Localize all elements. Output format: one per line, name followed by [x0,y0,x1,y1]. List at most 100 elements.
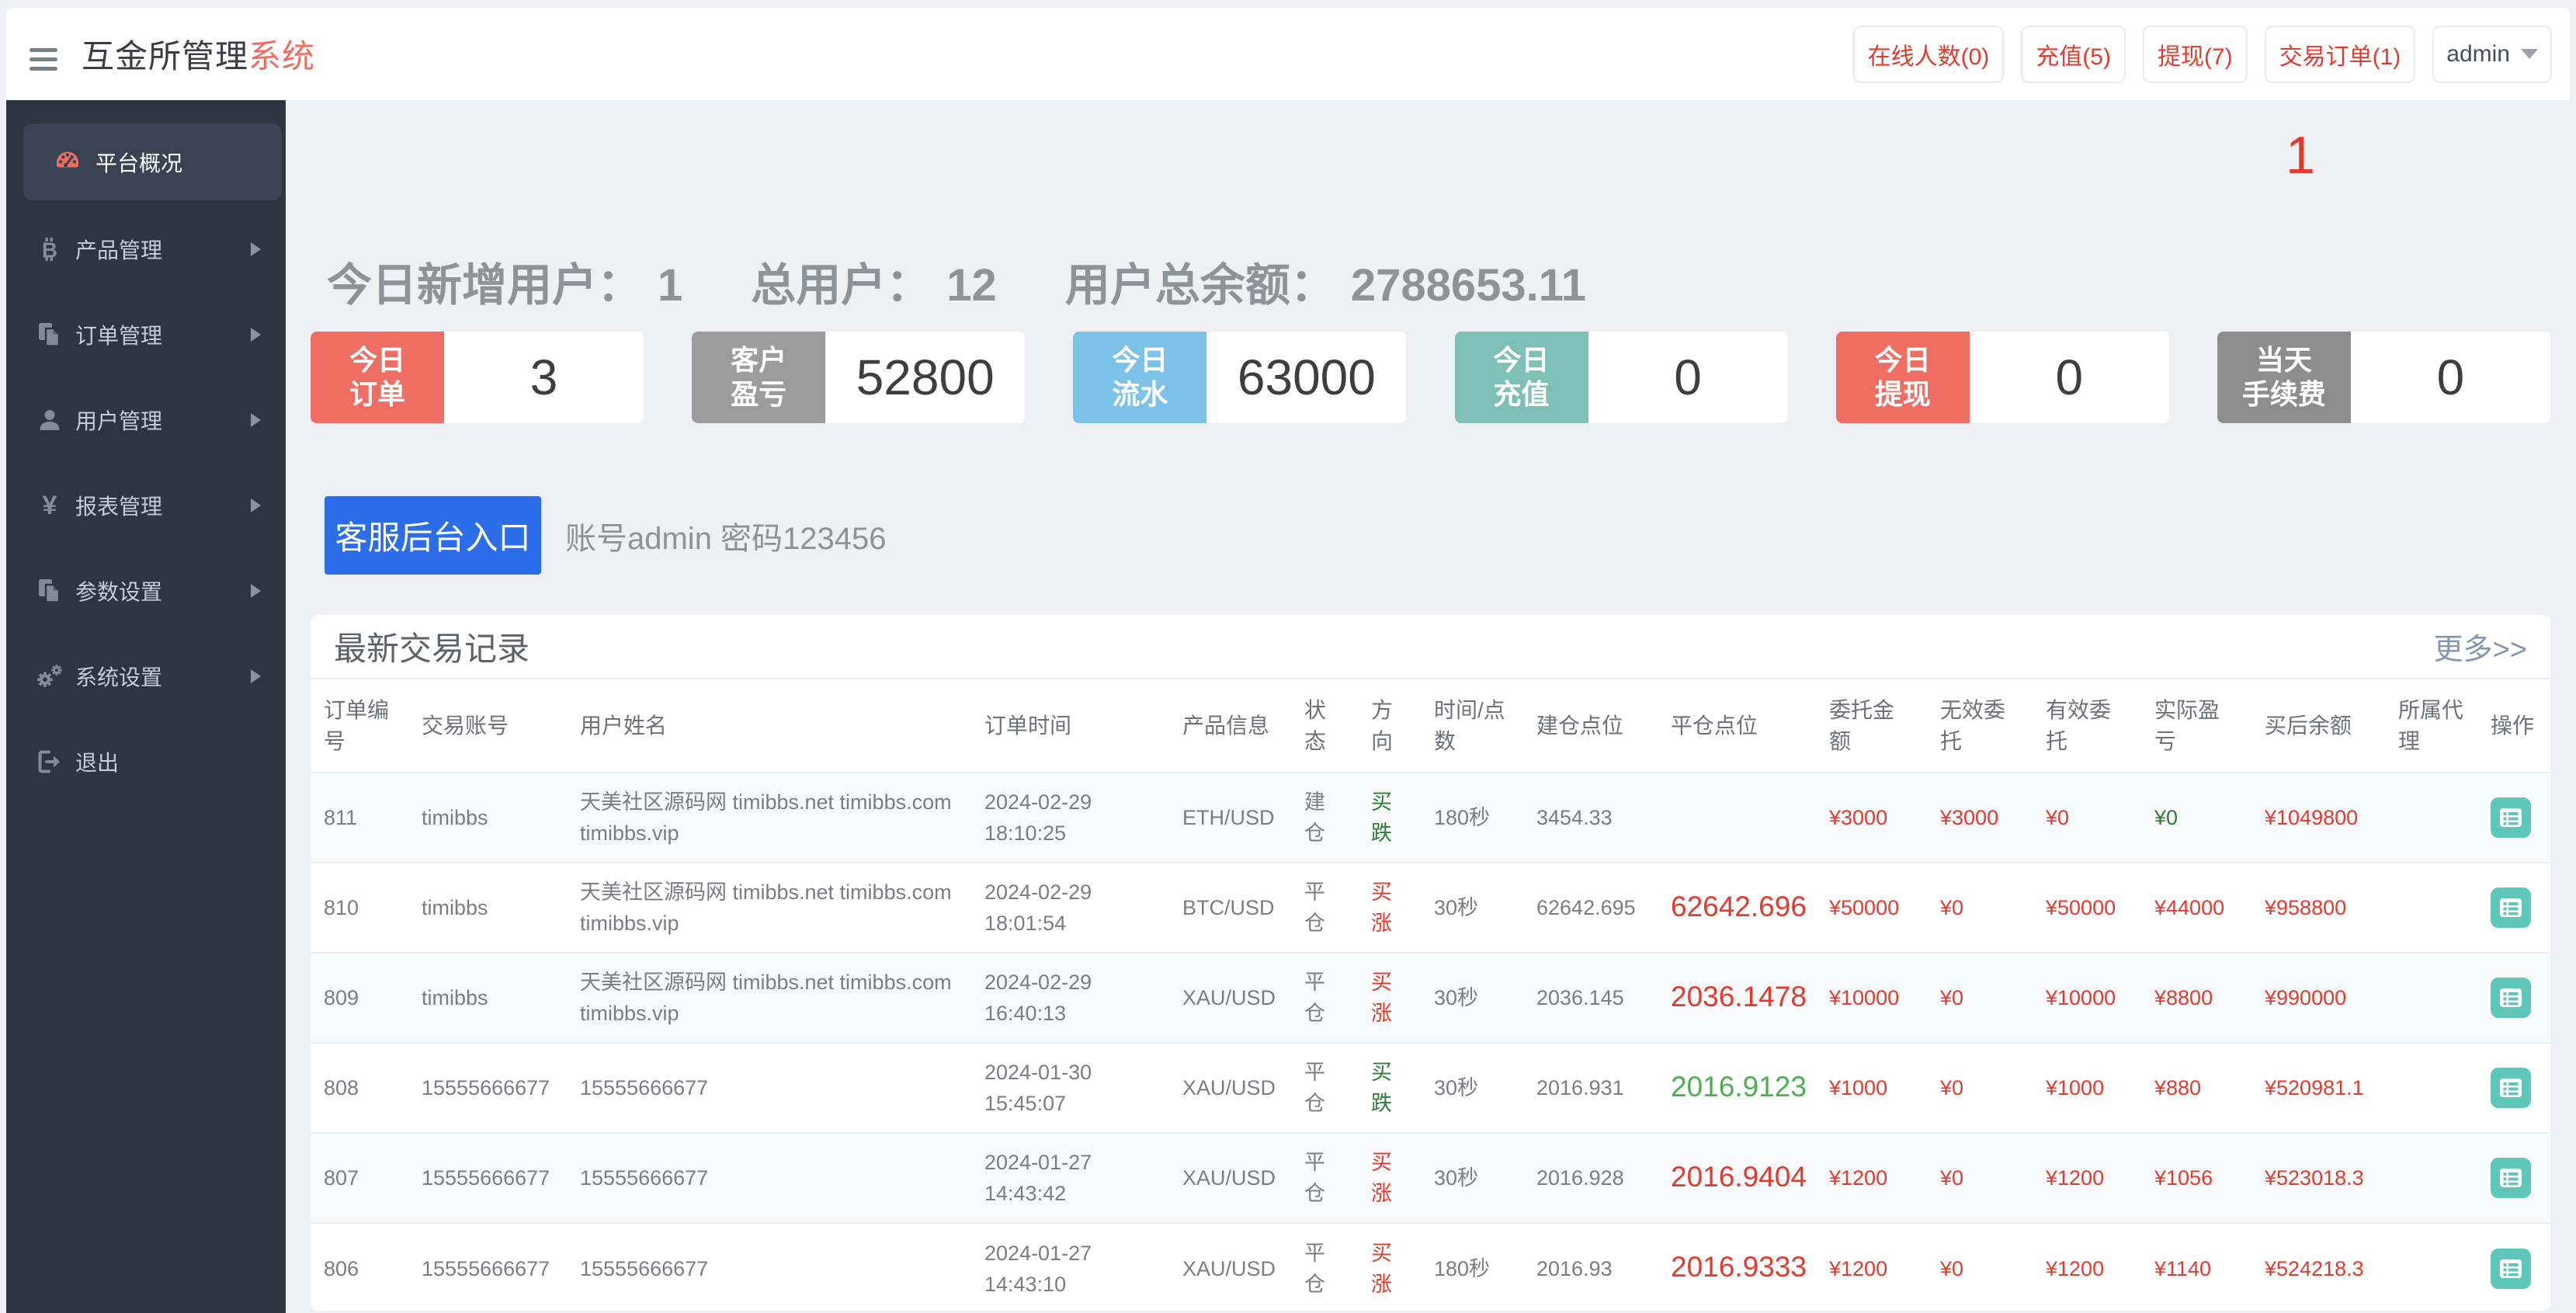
sidebar-item-system[interactable]: 系统设置 [6,634,286,719]
sidebar-item-products[interactable]: B 产品管理 [6,207,286,292]
sidebar-item-reports[interactable]: ¥ 报表管理 [6,463,286,548]
cell-status: 建仓 [1291,772,1358,863]
cell-actions [2477,1132,2550,1223]
cell-open-point: 2016.928 [1523,1132,1658,1223]
view-order-button[interactable] [2491,1248,2531,1289]
recharge-button[interactable]: 充值(5) [2021,25,2126,83]
sidebar-item-label: 参数设置 [75,580,163,604]
cell-balance: ¥958800 [2251,862,2385,953]
sidebar-item-label: 报表管理 [75,495,163,519]
cell-open-point: 2036.145 [1523,952,1658,1043]
cell-balance: ¥990000 [2251,952,2385,1043]
cell-amount: ¥1200 [1816,1132,1927,1223]
order-detail-icon [2500,898,2522,917]
gears-icon [37,664,62,689]
chevron-right-icon [251,584,261,598]
sidebar-item-platform-overview[interactable]: 平台概况 [23,123,282,200]
column-header: 建仓点位 [1536,713,1624,738]
admin-dropdown[interactable]: admin [2432,25,2552,83]
sidebar: 平台概况 B 产品管理 订单管理 用户管理 ¥ 报表管理 参数设置 系统设置 退… [6,100,286,1313]
column-header: 订单编号 [324,697,390,753]
view-order-button[interactable] [2491,887,2531,928]
cell-invalid: ¥0 [1927,1222,2033,1311]
stat-value: 2788653.11 [1350,260,1587,311]
cell-close-point: 2016.9333 [1658,1222,1816,1311]
column-header: 状态 [1304,697,1327,753]
cell-profit: ¥880 [2141,1042,2251,1133]
card-label: 今日 订单 [311,332,444,423]
card-customer-pnl: 客户 盈亏 52800 [692,332,1026,423]
page: 互金所管理 系统 在线人数(0) 充值(5) 提现(7) 交易订单(1) admi… [0,0,2576,1313]
service-backend-button[interactable]: 客服后台入口 [325,496,541,575]
cell-status: 平仓 [1291,952,1358,1043]
cell-valid: ¥50000 [2033,862,2141,953]
cell-duration: 30秒 [1421,862,1523,953]
notification-count: 1 [2286,126,2315,185]
cell-order-id: 810 [311,862,408,953]
view-order-button[interactable] [2491,1068,2531,1108]
view-order-button[interactable] [2491,1158,2531,1198]
card-value: 52800 [825,332,1026,423]
table-row: 810 timibbs 天美社区源码网 timibbs.net timibbs.… [311,862,2550,953]
cell-account: timibbs [408,862,567,953]
trade-orders-button[interactable]: 交易订单(1) [2264,25,2416,83]
latest-trades-panel: 最新交易记录 更多>> 订单编号 交易账号 用户姓名 订单时间 产品信息 状态 方向 时间/点… [311,615,2550,1311]
table-row: 807 15555666677 15555666677 2024-01-27 1… [311,1132,2550,1223]
view-order-button[interactable] [2491,978,2531,1018]
cell-open-point: 2016.93 [1523,1222,1658,1311]
chevron-right-icon [251,413,261,427]
card-value: 0 [2350,332,2550,423]
cell-user-name: 15555666677 [567,1042,971,1133]
sidebar-item-users[interactable]: 用户管理 [6,377,286,463]
cell-agent [2385,862,2477,953]
cell-amount: ¥1000 [1816,1042,1927,1133]
withdraw-button[interactable]: 提现(7) [2142,25,2248,83]
panel-header: 最新交易记录 更多>> [311,615,2550,679]
hamburger-menu-icon[interactable] [30,48,57,73]
cell-amount: ¥50000 [1816,862,1927,953]
cell-product: ETH/USD [1169,772,1291,863]
sidebar-item-label: 平台概况 [95,151,183,175]
table-body: 811 timibbs 天美社区源码网 timibbs.net timibbs.… [311,772,2550,1311]
cell-order-id: 811 [311,772,408,863]
cell-account: timibbs [408,772,567,863]
cell-account: 15555666677 [408,1042,567,1133]
cell-agent [2385,772,2477,863]
cell-user-name: 15555666677 [567,1222,971,1311]
card-today-turnover: 今日 流水 63000 [1073,332,1407,423]
cell-amount: ¥10000 [1816,952,1927,1043]
sidebar-menu: B 产品管理 订单管理 用户管理 ¥ 报表管理 参数设置 系统设置 退出 [6,207,286,804]
cell-account: timibbs [408,952,567,1043]
table-row: 809 timibbs 天美社区源码网 timibbs.net timibbs.… [311,952,2550,1043]
more-link[interactable]: 更多>> [2434,625,2527,668]
overview-stats: 今日新增用户： 1 总用户： 12 用户总余额： 2788653.11 [327,248,1654,314]
card-label: 今日 流水 [1073,332,1207,423]
cell-actions [2477,1222,2550,1311]
column-header: 时间/点数 [1434,697,1505,753]
column-header: 方向 [1371,697,1394,753]
sidebar-item-parameters[interactable]: 参数设置 [6,548,286,634]
cell-user-name: 天美社区源码网 timibbs.net timibbs.com timibbs.… [567,862,971,953]
stat-total-balance: 用户总余额： 2788653.11 [1065,248,1586,314]
sidebar-item-orders[interactable]: 订单管理 [6,292,286,377]
cell-duration: 180秒 [1421,772,1523,863]
cell-order-time: 2024-01-30 15:45:07 [971,1042,1169,1133]
cell-valid: ¥1200 [2033,1222,2141,1311]
cell-open-point: 2016.931 [1523,1042,1658,1133]
cell-valid: ¥10000 [2033,952,2141,1043]
cell-order-id: 807 [311,1132,408,1223]
view-order-button[interactable] [2491,797,2531,838]
column-header: 产品信息 [1182,713,1270,738]
card-today-orders: 今日 订单 3 [311,332,644,423]
cell-profit: ¥44000 [2141,862,2251,953]
app-title-accent: 系统 [248,38,316,75]
cell-direction: 买涨 [1358,862,1421,953]
cell-profit: ¥0 [2141,772,2251,863]
cell-order-id: 808 [311,1042,408,1133]
table-header: 订单编号 交易账号 用户姓名 订单时间 产品信息 状态 方向 时间/点数 建仓点位 平仓点位 委托金… [311,679,2550,773]
cell-agent [2385,1042,2477,1133]
sidebar-item-logout[interactable]: 退出 [6,719,286,804]
online-users-button[interactable]: 在线人数(0) [1852,25,2005,83]
order-detail-icon [2500,1259,2522,1278]
cell-duration: 30秒 [1421,1132,1523,1223]
